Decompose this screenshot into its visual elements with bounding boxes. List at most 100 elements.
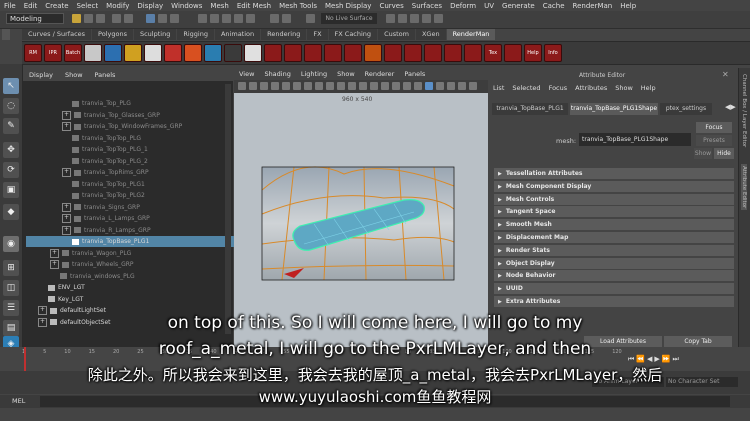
menu-renderman[interactable]: RenderMan [569, 2, 617, 10]
attr-menu-focus[interactable]: Focus [545, 84, 572, 92]
folder-icon[interactable] [72, 14, 81, 23]
menu-uv[interactable]: UV [480, 2, 498, 10]
menu-display[interactable]: Display [133, 2, 167, 10]
attr-section[interactable]: ▶ Smooth Mesh [494, 219, 734, 231]
single-layout-icon[interactable]: ◉ [3, 236, 19, 252]
viewport-tool-icon[interactable] [359, 82, 367, 90]
outliner-row[interactable]: + tranvia_Wagon_PLG [26, 248, 250, 259]
menu-deform[interactable]: Deform [446, 2, 480, 10]
shelf-icon[interactable] [184, 44, 202, 62]
shelf-tab-fx-caching[interactable]: FX Caching [328, 29, 378, 40]
mode-select[interactable]: Modeling [6, 13, 64, 24]
viewport-tool-icon[interactable] [238, 82, 246, 90]
viewport-tool-icon[interactable] [315, 82, 323, 90]
expand-toggle-icon[interactable]: + [62, 168, 71, 177]
snap-view-icon[interactable] [234, 14, 243, 23]
menu-curves[interactable]: Curves [375, 2, 407, 10]
viewport-tool-icon[interactable] [271, 82, 279, 90]
shelf-icon[interactable] [504, 44, 522, 62]
move-tool-icon[interactable]: ✥ [3, 142, 19, 158]
viewport-menu-view[interactable]: View [234, 70, 259, 78]
viewport-menu-lighting[interactable]: Lighting [296, 70, 332, 78]
shelf-icon[interactable]: Help [524, 44, 542, 62]
outliner-row[interactable]: Key_LGT [26, 294, 238, 305]
shelf-tab-rigging[interactable]: Rigging [177, 29, 214, 40]
attr-menu-help[interactable]: Help [637, 84, 660, 92]
shelf-icon[interactable] [84, 44, 102, 62]
attr-section[interactable]: ▶ Mesh Controls [494, 193, 734, 205]
viewport-tool-icon[interactable] [425, 82, 433, 90]
side-by-side-layout-icon[interactable]: ◫ [3, 280, 19, 296]
render-icon[interactable] [398, 14, 407, 23]
shelf-icon[interactable] [244, 44, 262, 62]
shelf-tab-fx[interactable]: FX [307, 29, 328, 40]
menu-generate[interactable]: Generate [498, 2, 539, 10]
expand-toggle-icon[interactable] [38, 284, 45, 291]
viewport-tool-icon[interactable] [392, 82, 400, 90]
expand-toggle-icon[interactable]: + [62, 214, 71, 223]
attr-tab[interactable]: tranvia_TopBase_PLG1 [492, 103, 568, 115]
expand-toggle-icon[interactable] [50, 273, 57, 280]
shelf-tab-sculpting[interactable]: Sculpting [133, 29, 177, 40]
shelf-icon[interactable] [404, 44, 422, 62]
attr-section[interactable]: ▶ UUID [494, 283, 734, 295]
snap-grid-icon[interactable] [198, 14, 207, 23]
no-live-surface[interactable]: No Live Surface [321, 13, 377, 24]
expand-toggle-icon[interactable] [62, 158, 69, 165]
attr-section[interactable]: ▶ Mesh Component Display [494, 180, 734, 192]
paint-select-icon[interactable]: ✎ [3, 118, 19, 134]
viewport-tool-icon[interactable] [249, 82, 257, 90]
shelf-icon[interactable] [344, 44, 362, 62]
shelf-icon[interactable] [444, 44, 462, 62]
select-object-icon[interactable] [158, 14, 167, 23]
attr-section[interactable]: ▶ Render Stats [494, 244, 734, 256]
undo-icon[interactable] [112, 14, 121, 23]
menu-cache[interactable]: Cache [539, 2, 569, 10]
shelf-icon[interactable] [464, 44, 482, 62]
close-icon[interactable]: ✕ [722, 70, 729, 79]
expand-toggle-icon[interactable] [38, 296, 45, 303]
viewport-menu-shading[interactable]: Shading [259, 70, 295, 78]
viewport-tool-icon[interactable] [403, 82, 411, 90]
menu-mesh-tools[interactable]: Mesh Tools [275, 2, 321, 10]
shelf-icon[interactable] [224, 44, 242, 62]
viewport-tool-icon[interactable] [304, 82, 312, 90]
save-icon[interactable] [96, 14, 105, 23]
viewport-tool-icon[interactable] [326, 82, 334, 90]
shelf-icon[interactable]: RM [24, 44, 42, 62]
outliner-row[interactable]: ENV_LGT [26, 282, 238, 293]
history-icon[interactable] [270, 14, 279, 23]
shelf-icon[interactable] [364, 44, 382, 62]
outliner-menu-display[interactable]: Display [23, 71, 59, 79]
attr-menu-show[interactable]: Show [611, 84, 637, 92]
viewport-menu-renderer[interactable]: Renderer [360, 70, 400, 78]
shelf-icon[interactable]: Info [544, 44, 562, 62]
menu-mesh[interactable]: Mesh [206, 2, 232, 10]
scale-tool-icon[interactable]: ▣ [3, 182, 19, 198]
shelf-icon[interactable] [204, 44, 222, 62]
attr-section[interactable]: ▶ Displacement Map [494, 232, 734, 243]
shelf-icon[interactable] [124, 44, 142, 62]
four-view-layout-icon[interactable]: ⊞ [3, 260, 19, 276]
tab-scroll-icon[interactable]: ◀▶ [725, 103, 736, 115]
shelf-icon[interactable] [104, 44, 122, 62]
snap-curve-icon[interactable] [210, 14, 219, 23]
render-settings-icon[interactable] [422, 14, 431, 23]
viewport-tool-icon[interactable] [337, 82, 345, 90]
ipr-render-icon[interactable] [410, 14, 419, 23]
shelf-tab-animation[interactable]: Animation [214, 29, 261, 40]
snap-surface-icon[interactable] [246, 14, 255, 23]
viewport-tool-icon[interactable] [447, 82, 455, 90]
outliner-menu-panels[interactable]: Panels [89, 71, 122, 79]
outliner-menu-show[interactable]: Show [59, 71, 89, 79]
attr-menu-selected[interactable]: Selected [508, 84, 544, 92]
attr-section[interactable]: ▶ Tessellation Attributes [494, 168, 734, 179]
show-button[interactable]: Show [694, 148, 712, 159]
shelf-icon[interactable] [164, 44, 182, 62]
shelf-tab-xgen[interactable]: XGen [415, 29, 446, 40]
snap-point-icon[interactable] [222, 14, 231, 23]
last-tool-icon[interactable]: ◆ [3, 204, 19, 220]
expand-toggle-icon[interactable] [62, 181, 69, 188]
shelf-icon[interactable] [384, 44, 402, 62]
magnet-icon[interactable] [306, 14, 315, 23]
